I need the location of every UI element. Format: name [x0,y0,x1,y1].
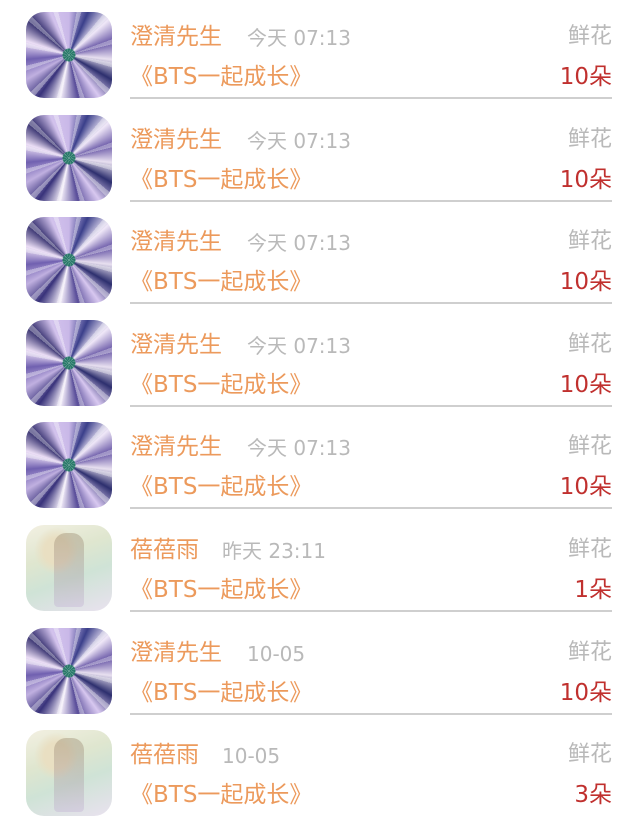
gift-count: 10朵 [559,64,612,90]
book-title[interactable]: 《BTS一起成长》 [130,266,312,298]
gift-type: 鲜花 [567,742,612,768]
row-divider [130,404,612,407]
row-divider [130,302,612,305]
gift-type: 鲜花 [567,24,612,49]
gift-time: 10-05 [247,641,306,666]
user-avatar[interactable] [26,12,112,98]
gift-time: 10-05 [222,744,281,769]
row-divider [130,712,612,715]
gift-count: 10朵 [559,371,612,398]
gift-type: 鲜花 [567,639,612,665]
book-title[interactable]: 《BTS一起成长》 [130,164,312,196]
gift-time: 今天 07:13 [247,26,351,50]
row-divider [130,199,612,202]
user-name[interactable]: 澄清先生 [130,638,222,668]
book-title[interactable]: 《BTS一起成长》 [130,574,312,606]
gift-count: 10朵 [559,166,612,193]
gift-type: 鲜花 [567,537,612,562]
gift-time: 今天 07:13 [247,231,351,256]
gift-time: 昨天 23:11 [222,539,326,563]
book-title[interactable]: 《BTS一起成长》 [130,369,312,401]
user-avatar[interactable] [26,730,112,817]
gift-type: 鲜花 [567,331,612,357]
user-name[interactable]: 蓓蓓雨 [130,740,199,770]
user-name[interactable]: 澄清先生 [130,432,222,462]
book-title[interactable]: 《BTS一起成长》 [130,677,312,709]
gift-type: 鲜花 [567,126,612,152]
gift-row[interactable]: 澄清先生 今天 07:13 鲜花 《BTS一起成长》 10朵 [0,308,640,411]
gift-time: 今天 07:13 [247,333,351,358]
book-title[interactable]: 《BTS一起成长》 [130,779,312,811]
gift-type: 鲜花 [567,434,612,460]
user-avatar[interactable] [26,627,112,714]
book-title[interactable]: 《BTS一起成长》 [130,61,312,93]
gift-count: 10朵 [559,679,612,706]
user-name[interactable]: 澄清先生 [130,125,222,155]
gift-row[interactable]: 蓓蓓雨 10-05 鲜花 《BTS一起成长》 3朵 [0,718,640,821]
gift-row[interactable]: 澄清先生 10-05 鲜花 《BTS一起成长》 10朵 [0,616,640,719]
user-avatar[interactable] [26,422,112,509]
gift-row[interactable]: 澄清先生 今天 07:13 鲜花 《BTS一起成长》 10朵 [0,0,640,103]
gift-list: 澄清先生 今天 07:13 鲜花 《BTS一起成长》 10朵 澄清先生 今天 0… [0,0,640,821]
gift-type: 鲜花 [567,229,612,255]
gift-row[interactable]: 澄清先生 今天 07:13 鲜花 《BTS一起成长》 10朵 [0,205,640,308]
row-divider [130,97,612,99]
user-name[interactable]: 澄清先生 [130,227,222,257]
gift-count: 10朵 [559,474,612,501]
gift-count: 3朵 [574,782,612,809]
gift-row[interactable]: 蓓蓓雨 昨天 23:11 鲜花 《BTS一起成长》 1朵 [0,513,640,616]
gift-count: 10朵 [559,269,612,296]
book-title[interactable]: 《BTS一起成长》 [130,471,312,503]
row-divider [130,610,612,612]
user-name[interactable]: 澄清先生 [130,330,222,360]
gift-time: 今天 07:13 [247,436,351,461]
user-avatar[interactable] [26,525,112,611]
gift-time: 今天 07:13 [247,128,351,153]
gift-row[interactable]: 澄清先生 今天 07:13 鲜花 《BTS一起成长》 10朵 [0,410,640,513]
user-avatar[interactable] [26,217,112,304]
user-name[interactable]: 澄清先生 [130,22,222,52]
gift-count: 1朵 [574,577,612,603]
user-avatar[interactable] [26,319,112,406]
row-divider [130,507,612,510]
gift-row[interactable]: 澄清先生 今天 07:13 鲜花 《BTS一起成长》 10朵 [0,103,640,206]
user-avatar[interactable] [26,114,112,201]
user-name[interactable]: 蓓蓓雨 [130,535,199,565]
